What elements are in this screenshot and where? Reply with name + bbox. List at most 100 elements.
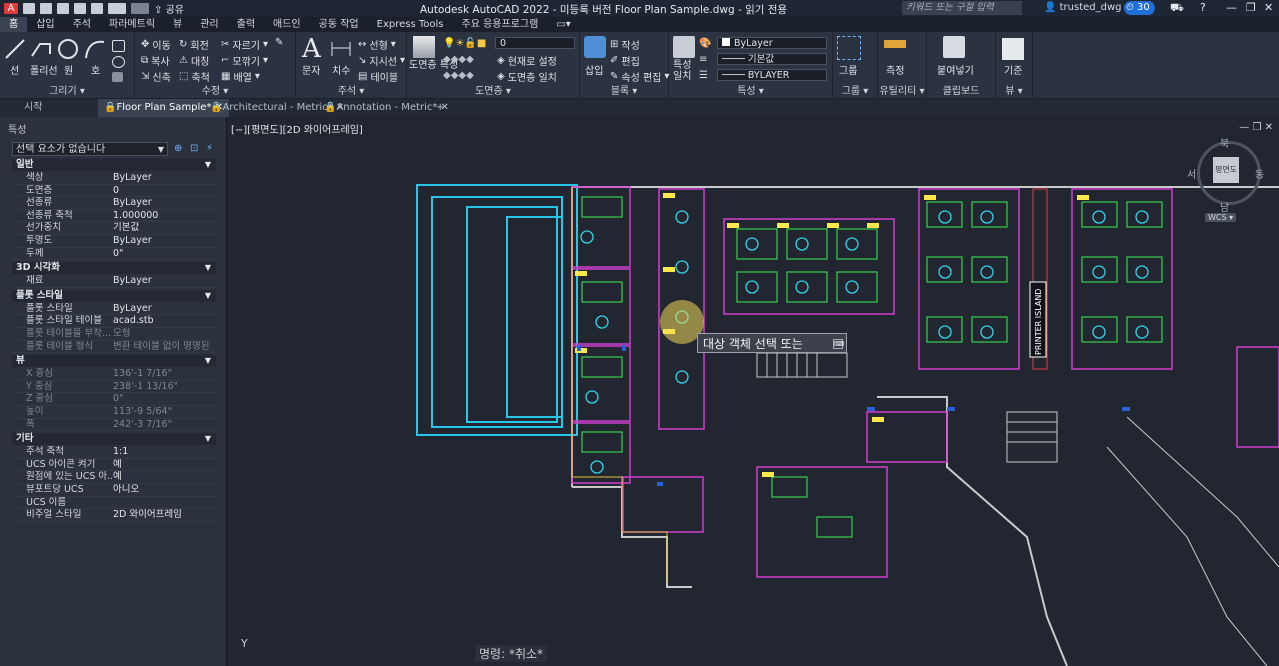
ribbon-tab-output[interactable]: 출력 [228, 17, 264, 32]
property-value[interactable]: ByLayer [113, 197, 216, 210]
undo-icon[interactable] [108, 3, 126, 14]
color-dropdown[interactable]: ByLayer [717, 37, 827, 49]
ribbon-tab-parametric[interactable]: 파라메트릭 [100, 17, 164, 32]
layer-tools-icons[interactable]: ◆◆◆◆ [443, 54, 474, 65]
notification-badge[interactable]: ⏲ 30 [1124, 1, 1155, 15]
collapse-arrow-icon[interactable]: ▼ [205, 433, 211, 445]
measure-icon[interactable] [884, 40, 906, 48]
dimension-button[interactable]: 치수 [332, 62, 350, 77]
arc-icon[interactable] [84, 38, 106, 60]
property-row[interactable]: X 중심 136'-1 7/16" [12, 368, 216, 381]
property-row[interactable]: 도면층 0 [12, 185, 216, 198]
section-header[interactable]: 기타 ▼ [12, 433, 216, 446]
property-value[interactable]: ByLayer [113, 275, 216, 288]
hatch-icon[interactable] [112, 72, 123, 82]
property-row[interactable]: Z 중심 0" [12, 393, 216, 406]
insert-button[interactable]: 삽입 [585, 62, 603, 77]
select-objects-icon[interactable]: ⊡ [190, 143, 198, 154]
move-button[interactable]: ✥ 이동 [141, 37, 171, 52]
collapse-arrow-icon[interactable]: ▼ [205, 159, 211, 171]
close-icon[interactable]: ✕ [1264, 1, 1273, 14]
edit-block-button[interactable]: ✐ 편집 [610, 53, 640, 68]
minimize-icon[interactable]: — [1226, 1, 1237, 14]
property-value[interactable]: 242'-3 7/16" [113, 419, 216, 432]
save-icon[interactable] [57, 3, 69, 14]
compass-north[interactable]: 북 [1220, 135, 1229, 150]
collapse-arrow-icon[interactable]: ▼ [205, 355, 211, 367]
property-row[interactable]: UCS 이름 [12, 497, 216, 510]
drawing-canvas[interactable]: [−][평면도][2D 와이어프레임] — ❐ ✕ PRINTER ISLAND… [227, 117, 1279, 666]
compass-south[interactable]: 남 [1220, 199, 1229, 214]
group-icon[interactable] [837, 36, 861, 60]
ribbon-tab-annotate[interactable]: 주석 [64, 17, 100, 32]
paste-button[interactable]: 붙여넣기 [937, 62, 974, 77]
layer-state-icons[interactable]: 💡☀🔓■ [443, 38, 486, 49]
save-as-icon[interactable] [74, 3, 86, 14]
color-wheel-icon[interactable]: 🎨 [699, 38, 711, 49]
make-current-button[interactable]: ◈ 현재로 설정 [497, 53, 557, 68]
doc-tab-start[interactable]: 시작 [18, 99, 48, 117]
ribbon-tab-home[interactable]: 홈 [0, 17, 28, 32]
section-header[interactable]: 뷰 ▼ [12, 355, 216, 368]
command-line[interactable]: 명령: *취소* [475, 645, 548, 662]
property-row[interactable]: 플롯 테이블을 부착... 모형 [12, 328, 216, 341]
match-properties-button[interactable]: 특성 일치 [673, 60, 695, 82]
property-row[interactable]: 플롯 테이블 형식 변환 테이블 없이 명명된 [12, 341, 216, 354]
ribbon-tab-manage[interactable]: 관리 [191, 17, 227, 32]
app-menu-icon[interactable]: A [4, 3, 18, 14]
property-row[interactable]: 플롯 스타일 ByLayer [12, 303, 216, 316]
ribbon-tab-addins[interactable]: 애드인 [264, 17, 310, 32]
ellipse-icon[interactable] [112, 56, 125, 68]
property-row[interactable]: 색상 ByLayer [12, 172, 216, 185]
compass-west[interactable]: 서 [1187, 166, 1196, 181]
draw-panel-title[interactable]: 그리기 ▾ [0, 82, 134, 97]
property-row[interactable]: 플롯 스타일 테이블 acad.stb [12, 315, 216, 328]
measure-button[interactable]: 측정 [886, 62, 904, 77]
rotate-button[interactable]: ↻ 회전 [179, 37, 209, 52]
property-row[interactable]: UCS 아이콘 켜기 예 [12, 459, 216, 472]
base-view-icon[interactable] [1002, 38, 1024, 60]
properties-panel-title[interactable]: 특성 ▾ [669, 82, 832, 97]
property-row[interactable]: 주석 축척 1:1 [12, 446, 216, 459]
circle-icon[interactable] [57, 38, 79, 60]
property-row[interactable]: 선종류 축척 1.000000 [12, 210, 216, 223]
cart-icon[interactable]: ⛟ [1170, 1, 1184, 16]
mirror-button[interactable]: ⚠ 대칭 [179, 53, 209, 68]
user-account[interactable]: 👤 trusted_dwg [1044, 2, 1122, 13]
property-value[interactable]: 아니오 [113, 484, 216, 497]
linetype-dropdown[interactable]: ──── 기본값 [717, 53, 827, 65]
lineweight-icon[interactable]: ≡ [699, 54, 707, 65]
annotation-panel-title[interactable]: 주석 ▾ [296, 82, 406, 97]
redo-icon[interactable] [131, 3, 149, 14]
section-header[interactable]: 3D 시각화 ▼ [12, 262, 216, 275]
group-button[interactable]: 그룹 [839, 62, 857, 77]
text-icon[interactable]: A [302, 34, 321, 64]
compass-east[interactable]: 동 [1255, 166, 1264, 181]
lineweight-dropdown[interactable]: ──── BYLAYER [717, 69, 827, 81]
ribbon-tab-express-tools[interactable]: Express Tools [368, 17, 453, 32]
polyline-button[interactable]: 폴리선 [30, 62, 58, 77]
property-row[interactable]: 두께 0" [12, 248, 216, 261]
base-view-button[interactable]: 기준 [1004, 62, 1022, 77]
viewcube-top-face[interactable]: 평면도 [1213, 157, 1239, 183]
layer-properties-icon[interactable] [413, 36, 435, 58]
line-button[interactable]: 선 [10, 62, 19, 77]
property-value[interactable]: ByLayer [113, 235, 216, 248]
property-row[interactable]: 폭 242'-3 7/16" [12, 419, 216, 432]
property-row[interactable]: 높이 113'-9 5/64" [12, 406, 216, 419]
ribbon-tab-featured-apps[interactable]: 주요 응용프로그램 [453, 17, 548, 32]
view-panel-title[interactable]: 뷰 ▾ [996, 82, 1032, 97]
modify-panel-title[interactable]: 수정 ▾ [135, 82, 295, 97]
utilities-panel-title[interactable]: 유틸리티 ▾ [878, 82, 926, 97]
text-button[interactable]: 문자 [302, 62, 320, 77]
paste-icon[interactable] [943, 36, 965, 58]
layer-more-icons[interactable]: ◆◆◆◆ [443, 70, 474, 81]
dimension-icon[interactable] [330, 38, 352, 60]
property-value[interactable]: 0 [113, 185, 216, 198]
restore-icon[interactable]: ❐ [1246, 1, 1256, 14]
property-value[interactable]: 0" [113, 248, 216, 261]
selection-dropdown[interactable]: 선택 요소가 없습니다 ▼ [12, 142, 168, 156]
rectangle-icon[interactable] [112, 40, 125, 52]
property-row[interactable]: 뷰포트당 UCS 아니오 [12, 484, 216, 497]
property-row[interactable]: Y 중심 238'-1 13/16" [12, 381, 216, 394]
